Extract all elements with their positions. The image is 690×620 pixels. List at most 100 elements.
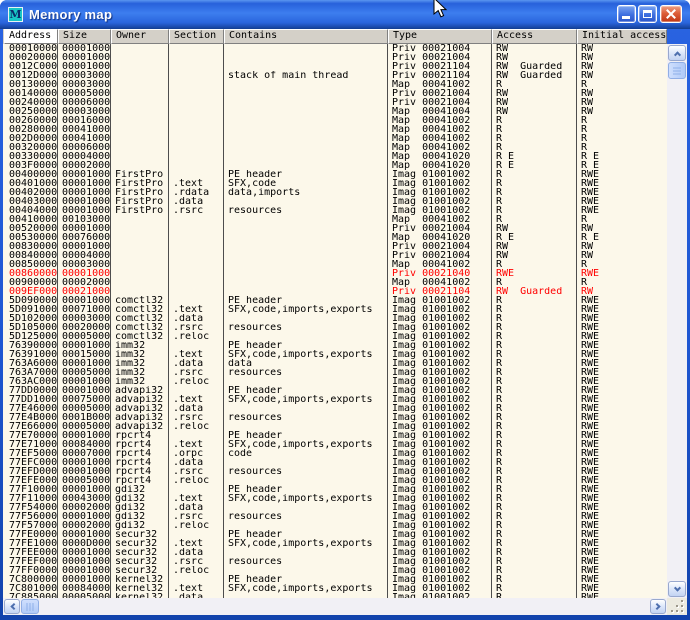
table-row[interactable]: 7639100000015000imm32.textSFX,code,impor… [3,350,667,359]
table-row[interactable]: 77F5700000002000gdi32.relocImag 01001002… [3,521,667,530]
table-row[interactable]: 0041000000103000Map 00041002RR [3,215,667,224]
column-header-initial-access[interactable]: Initial access [577,29,667,44]
cell-initial-access: RW [577,242,665,251]
table-row[interactable]: 0012C00000001000Priv 00021104RW GuardedR… [3,62,667,71]
table-row[interactable]: 009EF00000021000Priv 00021104RW GuardedR… [3,287,667,296]
table-row[interactable]: 77EF500000007000rpcrt4.orpccodeImag 0100… [3,449,667,458]
table-row[interactable]: 0028000000041000Map 00041002RR [3,125,667,134]
table-row[interactable]: 77F1000000001000gdi32PE headerImag 01001… [3,485,667,494]
cell-section [169,278,224,287]
table-row[interactable]: 5D09100000071000comctl32.textSFX,code,im… [3,305,667,314]
thumb-grip-icon [27,603,34,611]
cell-access: R [492,575,577,584]
table-row[interactable]: 77F5600000001000gdi32.rsrcresourcesImag … [3,512,667,521]
cell-size: 00002000 [58,521,111,530]
table-row[interactable]: 7639000000001000imm32PE headerImag 01001… [3,341,667,350]
table-row[interactable]: 5D10200000003000comctl32.dataImag 010010… [3,314,667,323]
cell-initial-access: RWE [577,548,665,557]
close-button[interactable] [660,5,682,23]
table-row[interactable]: 0026000000016000Map 00041002RR [3,116,667,125]
table-row[interactable]: 0040400000001000FirstPro.rsrcresourcesIm… [3,206,667,215]
table-row[interactable]: 77FE000000001000secur32PE headerImag 010… [3,530,667,539]
cell-type: Map 00041020 [388,233,492,242]
table-row[interactable]: 5D10500000020000comctl32.rsrcresourcesIm… [3,323,667,332]
cell-contains [224,287,388,296]
table-row[interactable]: 0002000000001000Priv 00021004RWRW [3,53,667,62]
table-row[interactable]: 7C80000000001000kernel32PE headerImag 01… [3,575,667,584]
table-row[interactable]: 0085000000003000Map 00041002RR [3,260,667,269]
table-row[interactable]: 0040200000001000FirstPro.rdatadata,impor… [3,188,667,197]
table-row[interactable]: 0024000000006000Priv 00021004RWRW [3,98,667,107]
horizontal-scrollbar[interactable] [3,598,667,615]
maximize-button[interactable] [638,5,657,23]
table-row[interactable]: 77DD000000001000advapi32PE headerImag 01… [3,386,667,395]
scroll-up-button[interactable] [668,45,686,61]
table-row[interactable]: 763AC00000001000imm32.relocImag 01001002… [3,377,667,386]
table-row[interactable]: 0040000000001000FirstProPE headerImag 01… [3,170,667,179]
table-row[interactable]: 77EFE00000005000rpcrt4.relocImag 0100100… [3,476,667,485]
table-row[interactable]: 0084000000004000Priv 00021004RWRW [3,251,667,260]
table-row[interactable]: 0033000000004000Map 00041020R ER E [3,152,667,161]
table-row[interactable]: 003F000000002000Map 00041020R ER E [3,161,667,170]
table-row[interactable]: 77E7100000084000rpcrt4.textSFX,code,impo… [3,440,667,449]
table-row[interactable]: 77E4B0000001B000advapi32.rsrcresourcesIm… [3,413,667,422]
cell-type: Imag 01001002 [388,332,492,341]
cell-type: Map 00041004 [388,107,492,116]
cell-type: Imag 01001002 [388,512,492,521]
table-row[interactable]: 0052000000001000Priv 00021004RWRW [3,224,667,233]
column-header-contains[interactable]: Contains [224,29,388,44]
column-header-address[interactable]: Address [4,29,58,44]
scroll-left-button[interactable] [4,599,20,614]
table-row[interactable]: 0012D00000003000stack of main threadPriv… [3,71,667,80]
cell-owner: gdi32 [111,503,169,512]
table-row[interactable]: 763A700000005000imm32.rsrcresourcesImag … [3,368,667,377]
table-row[interactable]: 0040300000001000FirstPro.dataImag 010010… [3,197,667,206]
minimize-button[interactable] [617,5,636,23]
table-row[interactable]: 77FE10000000D000secur32.textSFX,code,imp… [3,539,667,548]
table-row[interactable]: 77E7000000001000rpcrt4PE headerImag 0100… [3,431,667,440]
table-row[interactable]: 763A600000001000imm32.datadataImag 01001… [3,359,667,368]
cell-size: 00006000 [58,98,111,107]
table-row[interactable]: 002D000000041000Map 00041002RR [3,134,667,143]
table-row[interactable]: 0013000000003000Map 00041002RR [3,80,667,89]
table-row[interactable]: 0083000000001000Priv 00021004RWRW [3,242,667,251]
cell-initial-access: RWE [577,494,665,503]
table-row[interactable]: 7C80100000084000kernel32.textSFX,code,im… [3,584,667,593]
table-row[interactable]: 0090000000002000Map 00041002RR [3,278,667,287]
table-row[interactable]: 0053000000076000Map 00041020R ER E [3,233,667,242]
vertical-scroll-thumb[interactable] [668,62,686,79]
vertical-scrollbar[interactable] [667,44,687,598]
column-header-access[interactable]: Access [492,29,577,44]
scroll-right-button[interactable] [650,599,666,614]
resize-grip[interactable] [667,598,687,615]
cell-contains [224,152,388,161]
cell-access: R [492,377,577,386]
table-row[interactable]: 77F5400000002000gdi32.dataImag 01001002R… [3,503,667,512]
table-row[interactable]: 0014000000005000Priv 00021004RWRW [3,89,667,98]
table-row[interactable]: 77FEF00000001000secur32.rsrcresourcesIma… [3,557,667,566]
column-header-size[interactable]: Size [58,29,111,44]
table-row[interactable]: 77EFD00000001000rpcrt4.rsrcresourcesImag… [3,467,667,476]
table-row[interactable]: 77FEE00000001000secur32.dataImag 0100100… [3,548,667,557]
column-header-type[interactable]: Type [388,29,492,44]
table-row[interactable]: 77F1100000043000gdi32.textSFX,code,impor… [3,494,667,503]
table-row[interactable]: 0025000000003000Map 00041004RWRW [3,107,667,116]
cell-contains: resources [224,557,388,566]
column-header-owner[interactable]: Owner [111,29,169,44]
table-row[interactable]: 0040100000001000FirstPro.textSFX,codeIma… [3,179,667,188]
column-header-section[interactable]: Section [169,29,224,44]
cell-section: .reloc [169,377,224,386]
cell-contains [224,476,388,485]
scroll-down-button[interactable] [668,581,686,597]
table-row[interactable]: 0001000000001000Priv 00021004RWRW [3,44,667,53]
table-row[interactable]: 77FF000000001000secur32.relocImag 010010… [3,566,667,575]
table-row[interactable]: 5D09000000001000comctl32PE headerImag 01… [3,296,667,305]
table-row[interactable]: 0086000000001000Priv 00021040RWERWE [3,269,667,278]
table-row[interactable]: 77EFC00000001000rpcrt4.dataImag 01001002… [3,458,667,467]
table-row[interactable]: 5D12500000005000comctl32.relocImag 01001… [3,332,667,341]
table-row[interactable]: 77DD100000075000advapi32.textSFX,code,im… [3,395,667,404]
horizontal-scroll-thumb[interactable] [21,599,39,614]
table-row[interactable]: 77E6600000005000advapi32.relocImag 01001… [3,422,667,431]
table-row[interactable]: 77E4600000005000advapi32.dataImag 010010… [3,404,667,413]
table-row[interactable]: 0032000000006000Map 00041002RR [3,143,667,152]
